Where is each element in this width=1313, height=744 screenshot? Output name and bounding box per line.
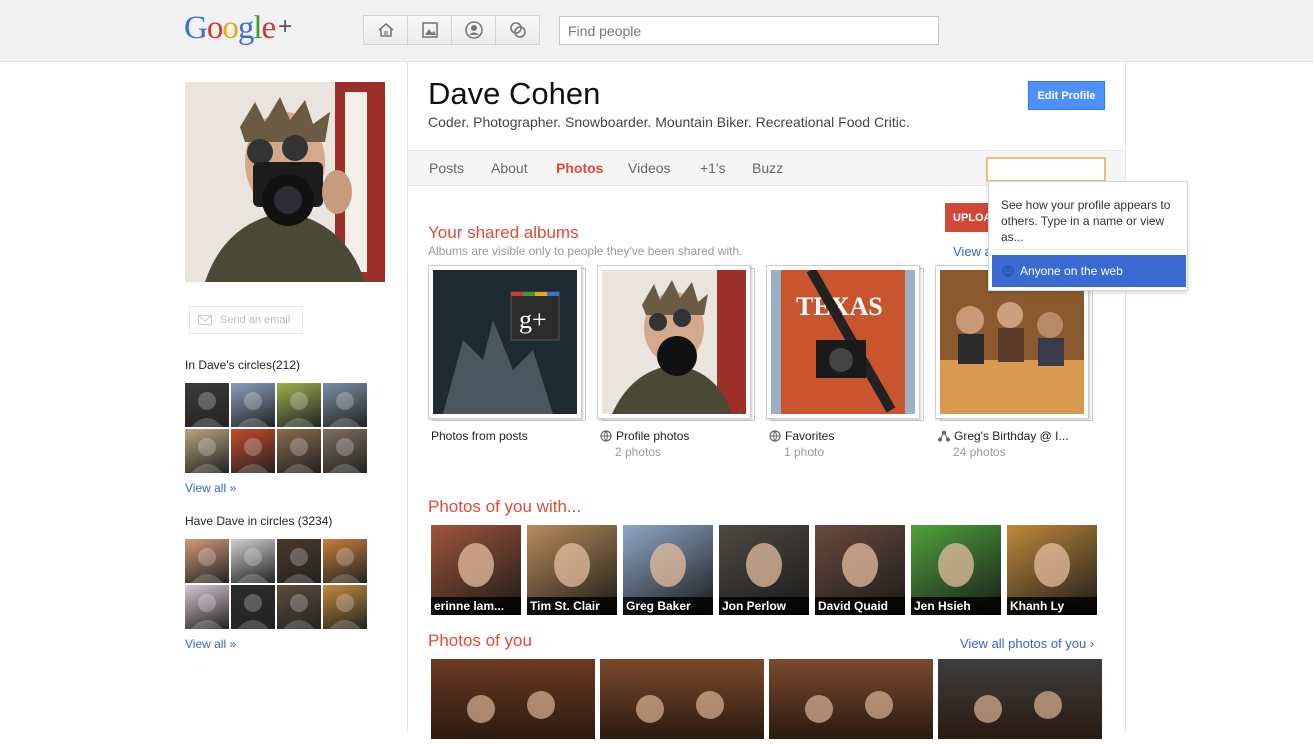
tagged-person[interactable]: Tim St. Clair xyxy=(527,525,617,615)
have-in-circles-grid xyxy=(185,539,367,629)
circle-member-avatar[interactable] xyxy=(323,539,367,583)
tab-buzz[interactable]: Buzz xyxy=(752,160,783,176)
popup-divider xyxy=(995,249,1183,250)
album-cover xyxy=(602,270,746,414)
circle-member-avatar[interactable] xyxy=(277,383,321,427)
circle-member-avatar[interactable] xyxy=(185,585,229,629)
profile-photo[interactable] xyxy=(185,82,385,282)
circle-member-avatar[interactable] xyxy=(185,429,229,473)
person-name-label: Jon Perlow xyxy=(719,597,809,615)
circle-member-avatar[interactable] xyxy=(323,429,367,473)
album-title: Favorites xyxy=(785,429,835,443)
circle-member-avatar[interactable] xyxy=(185,539,229,583)
tab-plus-ones[interactable]: +1's xyxy=(700,160,726,176)
album-title: Greg's Birthday @ I... xyxy=(954,429,1069,443)
circles-icon xyxy=(509,22,526,38)
album-cover: g+ xyxy=(433,270,577,414)
tagged-person[interactable]: Greg Baker xyxy=(623,525,713,615)
person-name-label: Jen Hsieh xyxy=(911,597,1001,615)
view-as-hint: See how your profile appears to others. … xyxy=(1001,198,1171,244)
in-circles-view-all-link[interactable]: View all » xyxy=(185,481,236,495)
album-card[interactable]: Profile photos 2 photos xyxy=(597,265,757,459)
person-name-label: David Quaid xyxy=(815,597,905,615)
home-icon xyxy=(377,22,394,37)
tab-about[interactable]: About xyxy=(491,160,528,176)
tagged-person[interactable]: Khanh Ly xyxy=(1007,525,1097,615)
circle-member-avatar[interactable] xyxy=(231,429,275,473)
globe-icon xyxy=(769,430,781,442)
profile-name: Dave Cohen xyxy=(428,76,601,111)
person-name-label: erinne lam... xyxy=(431,597,521,615)
envelope-icon xyxy=(198,315,212,325)
shared-albums-subtitle: Albums are visible only to people they'v… xyxy=(428,244,743,258)
circles-button[interactable] xyxy=(495,15,540,45)
photo-thumbnail[interactable] xyxy=(431,659,595,739)
have-in-circles-view-all-link[interactable]: View all » xyxy=(185,637,236,651)
profile-photo-image xyxy=(185,82,385,282)
send-email-button[interactable]: Send an email xyxy=(189,306,303,334)
album-count: 24 photos xyxy=(953,445,1006,459)
tagged-person[interactable]: erinne lam... xyxy=(431,525,521,615)
in-circles-title: In Dave's circles(212) xyxy=(185,358,300,372)
edit-profile-button[interactable]: Edit Profile xyxy=(1028,81,1105,110)
view-as-anyone-option[interactable]: Anyone on the web xyxy=(992,255,1186,287)
album-count: 1 photo xyxy=(784,445,825,459)
view-all-albums-link[interactable]: View a xyxy=(953,244,992,259)
album-title: Photos from posts xyxy=(431,429,528,443)
photos-with-title: Photos of you with... xyxy=(428,497,582,516)
view-as-input[interactable] xyxy=(986,157,1106,182)
tab-videos[interactable]: Videos xyxy=(628,160,671,176)
album-card[interactable]: TEXAS Favorites 1 photo xyxy=(766,265,926,459)
globe-icon xyxy=(600,430,612,442)
photos-button[interactable] xyxy=(407,15,452,45)
circle-member-avatar[interactable] xyxy=(185,383,229,427)
in-circles-grid xyxy=(185,383,367,473)
album-cover xyxy=(940,270,1084,414)
circle-member-avatar[interactable] xyxy=(277,429,321,473)
search-input[interactable] xyxy=(559,16,939,45)
circle-member-avatar[interactable] xyxy=(323,383,367,427)
album-cover: TEXAS xyxy=(771,267,915,414)
album-card[interactable]: g+ Photos from posts xyxy=(428,265,588,443)
tagged-person[interactable]: David Quaid xyxy=(815,525,905,615)
album-title: Profile photos xyxy=(616,429,690,443)
person-name-label: Greg Baker xyxy=(623,597,713,615)
tab-posts[interactable]: Posts xyxy=(429,160,464,176)
google-plus-logo[interactable]: Google + xyxy=(184,10,292,47)
circle-member-avatar[interactable] xyxy=(277,539,321,583)
profile-button[interactable] xyxy=(451,15,496,45)
upload-button[interactable]: UPLOAD xyxy=(945,203,989,232)
tab-photos[interactable]: Photos xyxy=(556,160,603,176)
main-nav xyxy=(363,15,540,45)
tagged-person[interactable]: Jen Hsieh xyxy=(911,525,1001,615)
shared-albums-title: Your shared albums xyxy=(428,223,579,242)
photos-of-you-title: Photos of you xyxy=(428,631,532,650)
photo-thumbnail[interactable] xyxy=(769,659,933,739)
album-count: 2 photos xyxy=(615,445,662,459)
circle-member-avatar[interactable] xyxy=(231,539,275,583)
have-in-circles-title: Have Dave in circles (3234) xyxy=(185,514,333,528)
column-divider xyxy=(1125,62,1126,733)
home-button[interactable] xyxy=(363,15,408,45)
circle-member-avatar[interactable] xyxy=(231,383,275,427)
photos-icon xyxy=(421,22,438,38)
photo-thumbnail[interactable] xyxy=(600,659,764,739)
photo-thumbnail[interactable] xyxy=(938,659,1102,739)
tagged-person[interactable]: Jon Perlow xyxy=(719,525,809,615)
person-name-label: Khanh Ly xyxy=(1007,597,1097,615)
circle-member-avatar[interactable] xyxy=(323,585,367,629)
svg-text:g+: g+ xyxy=(519,305,547,334)
profile-icon xyxy=(464,21,483,39)
top-bar: Google + xyxy=(0,0,1313,62)
share-icon xyxy=(938,430,950,442)
circle-member-avatar[interactable] xyxy=(277,585,321,629)
globe-icon xyxy=(1002,265,1014,277)
view-all-photos-of-you-link[interactable]: View all photos of you › xyxy=(960,636,1094,651)
album-card[interactable]: Greg's Birthday @ I... 24 photos xyxy=(935,265,1095,459)
profile-tagline: Coder. Photographer. Snowboarder. Mounta… xyxy=(428,114,910,130)
circle-member-avatar[interactable] xyxy=(231,585,275,629)
profile-sidebar xyxy=(185,82,385,282)
person-name-label: Tim St. Clair xyxy=(527,597,617,615)
view-as-popup: See how your profile appears to others. … xyxy=(988,181,1188,291)
